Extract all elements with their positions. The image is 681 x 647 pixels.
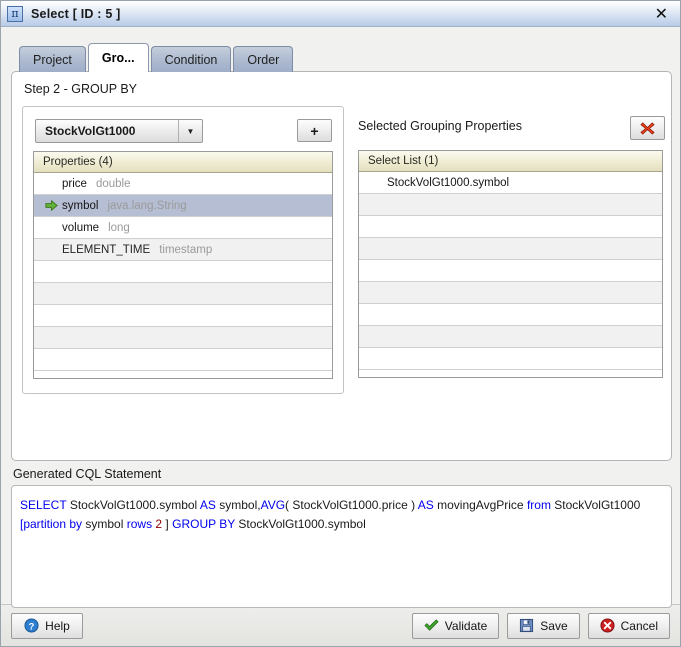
help-button-label: Help [45, 618, 70, 633]
property-name: ELEMENT_TIME [62, 243, 151, 256]
table-row-empty[interactable] [34, 349, 332, 371]
green-arrow-icon [40, 198, 62, 213]
cql-token: AVG [260, 498, 286, 512]
generated-cql-statement: SELECT StockVolGt1000.symbol AS symbol,A… [11, 485, 672, 608]
help-button[interactable]: ? Help [11, 612, 83, 639]
selected-grouping-panel: Selected Grouping Properties Select List… [350, 106, 665, 394]
group-by-panel: Step 2 - GROUP BY StockVolGt1000 ▼ + Pro… [11, 71, 672, 461]
dialog-footer: ? Help Validate Save Cancel [1, 604, 680, 646]
table-row-empty[interactable] [359, 282, 662, 304]
cancel-button[interactable]: Cancel [587, 612, 670, 639]
floppy-disk-icon [520, 618, 534, 633]
select-list: Select List (1) StockVolGt1000.symbol [358, 150, 663, 378]
close-icon[interactable]: ✕ [651, 5, 672, 22]
property-name: price [62, 177, 87, 190]
tab-condition[interactable]: Condition [150, 46, 232, 72]
table-row[interactable]: price double [34, 173, 332, 195]
table-row-empty[interactable] [34, 283, 332, 305]
tab-strip: Project Gro... Condition Order [19, 43, 295, 72]
cql-token: symbol, [219, 498, 261, 512]
cql-token: StockVolGt1000.symbol [238, 517, 366, 531]
property-type: java.lang.String [107, 199, 187, 212]
remove-button[interactable] [630, 116, 665, 140]
cql-token: rows [126, 517, 156, 531]
cql-token: GROUP BY [172, 517, 239, 531]
table-row-empty[interactable] [359, 326, 662, 348]
window-title: Select [ ID : 5 ] [31, 6, 121, 21]
pi-icon: π [7, 5, 23, 22]
tab-project[interactable]: Project [19, 46, 86, 72]
cql-token: movingAvgPrice [437, 498, 527, 512]
source-select-value: StockVolGt1000 [45, 124, 136, 138]
cql-token: StockVolGt1000 [550, 498, 641, 512]
step-title: Step 2 - GROUP BY [24, 82, 138, 96]
table-row-empty[interactable] [34, 261, 332, 283]
cql-token: symbol [82, 517, 127, 531]
save-button-label: Save [540, 618, 568, 633]
cancel-button-label: Cancel [620, 618, 658, 633]
table-row[interactable]: symbol java.lang.String [34, 195, 332, 217]
dialog-body: Project Gro... Condition Order Step 2 - … [1, 27, 680, 608]
question-mark-icon: ? [24, 618, 39, 633]
chevron-down-icon: ▼ [178, 120, 202, 142]
table-row-empty[interactable] [359, 304, 662, 326]
cql-token: ( StockVolGt1000.price ) [285, 498, 416, 512]
tab-group-by[interactable]: Gro... [87, 43, 149, 72]
cancel-x-icon [600, 618, 615, 633]
add-button[interactable]: + [297, 119, 332, 142]
table-row[interactable]: volume long [34, 217, 332, 239]
table-row[interactable]: ELEMENT_TIME timestamp [34, 239, 332, 261]
select-dialog: π Select [ ID : 5 ] ✕ Project Gro... Con… [0, 0, 681, 647]
table-row-empty[interactable] [359, 238, 662, 260]
save-button[interactable]: Save [507, 612, 580, 639]
property-name: symbol [62, 199, 99, 212]
table-row[interactable]: StockVolGt1000.symbol [359, 172, 662, 194]
properties-list: Properties (4) price double symbol java.… [33, 151, 333, 379]
source-select[interactable]: StockVolGt1000 ▼ [35, 119, 203, 143]
cql-token: StockVolGt1000.symbol [69, 498, 200, 512]
cql-token: SELECT [20, 498, 70, 512]
property-type: double [95, 177, 131, 190]
property-name: volume [62, 221, 100, 234]
property-type: long [108, 221, 130, 234]
table-row-empty[interactable] [359, 194, 662, 216]
selected-property-name: StockVolGt1000.symbol [387, 176, 510, 189]
cql-token: AS [199, 498, 220, 512]
cql-token: [partition by [20, 517, 83, 531]
red-x-icon [640, 121, 655, 135]
table-row-empty[interactable] [34, 305, 332, 327]
available-properties-panel: StockVolGt1000 ▼ + Properties (4) price … [22, 106, 344, 394]
cql-label: Generated CQL Statement [13, 467, 162, 481]
selected-grouping-title: Selected Grouping Properties [358, 119, 522, 133]
title-bar: π Select [ ID : 5 ] ✕ [1, 1, 680, 27]
properties-list-header: Properties (4) [34, 152, 332, 173]
validate-button-label: Validate [444, 618, 488, 633]
table-row-empty[interactable] [34, 327, 332, 349]
cql-token: AS [415, 498, 438, 512]
table-row-empty[interactable] [359, 348, 662, 370]
table-row-empty[interactable] [359, 260, 662, 282]
tab-order[interactable]: Order [233, 46, 294, 72]
table-row-empty[interactable] [359, 216, 662, 238]
cql-token: ] [162, 517, 173, 531]
select-list-header: Select List (1) [359, 151, 662, 172]
svg-text:?: ? [29, 621, 35, 631]
check-mark-icon [424, 619, 439, 631]
property-type: timestamp [159, 243, 213, 256]
cql-token: from [526, 498, 551, 512]
validate-button[interactable]: Validate [411, 612, 500, 639]
